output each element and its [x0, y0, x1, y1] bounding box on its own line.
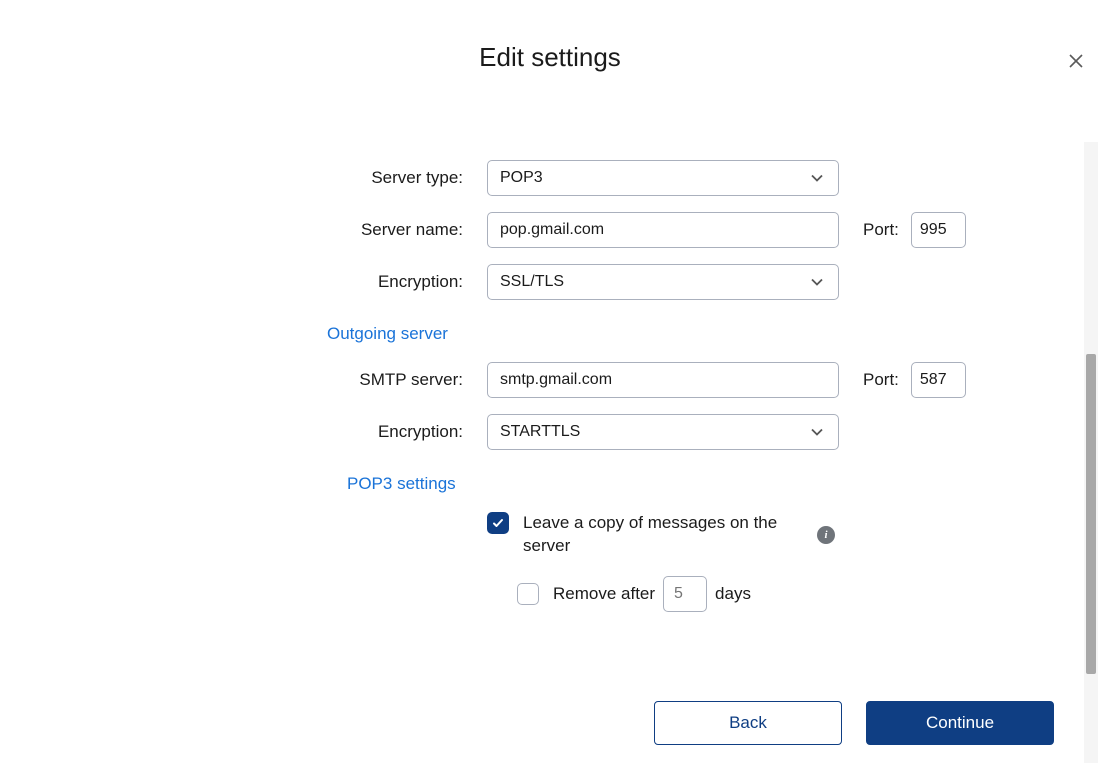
remove-after-label-before: Remove after: [553, 584, 655, 604]
leave-copy-label: Leave a copy of messages on the server: [523, 512, 783, 558]
page-title: Edit settings: [0, 42, 1100, 73]
chevron-down-icon: [810, 275, 824, 289]
outgoing-encryption-label: Encryption:: [303, 422, 463, 442]
close-button[interactable]: [1064, 50, 1088, 74]
chevron-down-icon: [810, 425, 824, 439]
scrollbar-thumb[interactable]: [1086, 354, 1096, 674]
outgoing-header: Outgoing server: [327, 324, 979, 344]
continue-button[interactable]: Continue: [866, 701, 1054, 745]
back-button[interactable]: Back: [654, 701, 842, 745]
scrollbar-track[interactable]: [1084, 142, 1098, 763]
outgoing-encryption-value: STARTTLS: [500, 423, 580, 441]
content-area: Server type: POP3 Server name: Port:: [0, 142, 1082, 763]
incoming-encryption-label: Encryption:: [303, 272, 463, 292]
outgoing-port-input[interactable]: [911, 362, 966, 398]
incoming-port-label: Port:: [863, 220, 899, 240]
pop3-header: POP3 settings: [347, 474, 979, 494]
server-type-label: Server type:: [303, 168, 463, 188]
leave-copy-checkbox[interactable]: [487, 512, 509, 534]
server-name-label: Server name:: [303, 220, 463, 240]
footer-actions: Back Continue: [654, 701, 1054, 745]
remove-after-checkbox[interactable]: [517, 583, 539, 605]
outgoing-port-label: Port:: [863, 370, 899, 390]
smtp-server-label: SMTP server:: [303, 370, 463, 390]
info-icon[interactable]: i: [817, 526, 835, 544]
remove-after-days-input[interactable]: [663, 576, 707, 612]
incoming-encryption-value: SSL/TLS: [500, 273, 564, 291]
incoming-encryption-select[interactable]: SSL/TLS: [487, 264, 839, 300]
smtp-server-input[interactable]: [487, 362, 839, 398]
incoming-port-input[interactable]: [911, 212, 966, 248]
outgoing-encryption-select[interactable]: STARTTLS: [487, 414, 839, 450]
close-icon: [1069, 54, 1083, 71]
server-type-select[interactable]: POP3: [487, 160, 839, 196]
server-name-input[interactable]: [487, 212, 839, 248]
chevron-down-icon: [810, 171, 824, 185]
check-icon: [492, 517, 504, 529]
server-type-value: POP3: [500, 169, 543, 187]
remove-after-label-after: days: [715, 584, 751, 604]
